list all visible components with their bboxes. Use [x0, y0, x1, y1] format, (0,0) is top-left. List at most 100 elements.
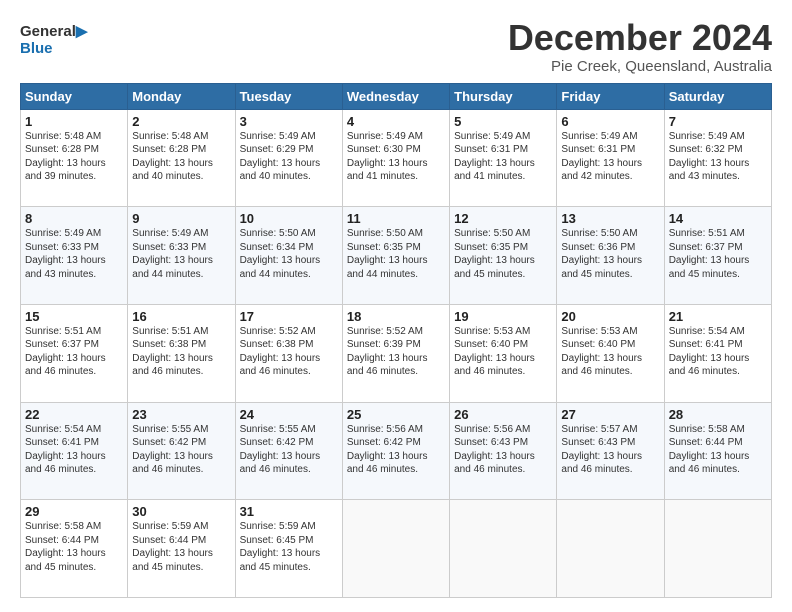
table-row: 28Sunrise: 5:58 AMSunset: 6:44 PMDayligh…	[664, 402, 771, 500]
table-row: 16 Sunrise: 5:51 AMSunset: 6:38 PMDayligh…	[128, 304, 235, 402]
day-number: 6	[561, 114, 659, 129]
calendar-week-row: 29 Sunrise: 5:58 AMSunset: 6:44 PMDayligh…	[21, 500, 772, 598]
day-info: Sunrise: 5:49 AMSunset: 6:33 PMDaylight:…	[25, 228, 106, 280]
day-info: Sunrise: 5:49 AMSunset: 6:30 PMDaylight:…	[347, 131, 428, 183]
day-info: Sunrise: 5:49 AMSunset: 6:32 PMDaylight:…	[669, 131, 750, 183]
day-number: 11	[347, 211, 445, 226]
day-info: Sunrise: 5:51 AMSunset: 6:38 PMDaylight:…	[132, 326, 213, 378]
day-number: 29	[25, 504, 123, 519]
subtitle: Pie Creek, Queensland, Australia	[508, 58, 772, 75]
title-area: December 2024 Pie Creek, Queensland, Aus…	[508, 18, 772, 75]
day-info: Sunrise: 5:58 AMSunset: 6:44 PMDaylight:…	[25, 521, 106, 573]
day-number: 25	[347, 407, 445, 422]
day-number: 8	[25, 211, 123, 226]
col-thursday: Thursday	[450, 83, 557, 109]
day-info: Sunrise: 5:51 AMSunset: 6:37 PMDaylight:…	[25, 326, 106, 378]
table-row: 17Sunrise: 5:52 AMSunset: 6:38 PMDayligh…	[235, 304, 342, 402]
table-row: 4 Sunrise: 5:49 AMSunset: 6:30 PMDaylight…	[342, 109, 449, 207]
day-number: 30	[132, 504, 230, 519]
table-row: 15 Sunrise: 5:51 AMSunset: 6:37 PMDayligh…	[21, 304, 128, 402]
table-row: 9 Sunrise: 5:49 AMSunset: 6:33 PMDaylight…	[128, 207, 235, 305]
day-info: Sunrise: 5:48 AMSunset: 6:28 PMDaylight:…	[132, 131, 213, 183]
day-info: Sunrise: 5:50 AMSunset: 6:35 PMDaylight:…	[454, 228, 535, 280]
table-row: 24 Sunrise: 5:55 AMSunset: 6:42 PMDayligh…	[235, 402, 342, 500]
day-number: 27	[561, 407, 659, 422]
col-tuesday: Tuesday	[235, 83, 342, 109]
table-row: 25 Sunrise: 5:56 AMSunset: 6:42 PMDayligh…	[342, 402, 449, 500]
day-info: Sunrise: 5:48 AMSunset: 6:28 PMDaylight:…	[25, 131, 106, 183]
day-info: Sunrise: 5:54 AMSunset: 6:41 PMDaylight:…	[25, 424, 106, 476]
table-row: 31 Sunrise: 5:59 AMSunset: 6:45 PMDayligh…	[235, 500, 342, 598]
day-info: Sunrise: 5:50 AMSunset: 6:36 PMDaylight:…	[561, 228, 642, 280]
table-row: 29 Sunrise: 5:58 AMSunset: 6:44 PMDayligh…	[21, 500, 128, 598]
day-number: 19	[454, 309, 552, 324]
day-info: Sunrise: 5:56 AMSunset: 6:42 PMDaylight:…	[347, 424, 428, 476]
table-row: 22 Sunrise: 5:54 AMSunset: 6:41 PMDayligh…	[21, 402, 128, 500]
day-info: Sunrise: 5:51 AMSunset: 6:37 PMDaylight:…	[669, 228, 750, 280]
table-row: 26 Sunrise: 5:56 AMSunset: 6:43 PMDayligh…	[450, 402, 557, 500]
day-info: Sunrise: 5:53 AMSunset: 6:40 PMDaylight:…	[561, 326, 642, 378]
col-saturday: Saturday	[664, 83, 771, 109]
day-number: 22	[25, 407, 123, 422]
day-number: 18	[347, 309, 445, 324]
table-row: 20Sunrise: 5:53 AMSunset: 6:40 PMDayligh…	[557, 304, 664, 402]
day-number: 4	[347, 114, 445, 129]
day-number: 10	[240, 211, 338, 226]
day-info: Sunrise: 5:59 AMSunset: 6:45 PMDaylight:…	[240, 521, 321, 573]
table-row: 13 Sunrise: 5:50 AMSunset: 6:36 PMDayligh…	[557, 207, 664, 305]
table-row	[342, 500, 449, 598]
table-row: 6 Sunrise: 5:49 AMSunset: 6:31 PMDaylight…	[557, 109, 664, 207]
day-number: 3	[240, 114, 338, 129]
page: General▶ Blue December 2024 Pie Creek, Q…	[0, 0, 792, 612]
table-row	[664, 500, 771, 598]
col-monday: Monday	[128, 83, 235, 109]
day-info: Sunrise: 5:55 AMSunset: 6:42 PMDaylight:…	[132, 424, 213, 476]
calendar-table: Sunday Monday Tuesday Wednesday Thursday…	[20, 83, 772, 598]
day-info: Sunrise: 5:50 AMSunset: 6:35 PMDaylight:…	[347, 228, 428, 280]
table-row: 8 Sunrise: 5:49 AMSunset: 6:33 PMDaylight…	[21, 207, 128, 305]
day-number: 24	[240, 407, 338, 422]
day-number: 21	[669, 309, 767, 324]
day-number: 15	[25, 309, 123, 324]
day-number: 9	[132, 211, 230, 226]
day-info: Sunrise: 5:55 AMSunset: 6:42 PMDaylight:…	[240, 424, 321, 476]
day-info: Sunrise: 5:56 AMSunset: 6:43 PMDaylight:…	[454, 424, 535, 476]
table-row: 18Sunrise: 5:52 AMSunset: 6:39 PMDayligh…	[342, 304, 449, 402]
day-number: 31	[240, 504, 338, 519]
table-row: 30Sunrise: 5:59 AMSunset: 6:44 PMDayligh…	[128, 500, 235, 598]
day-number: 13	[561, 211, 659, 226]
day-info: Sunrise: 5:50 AMSunset: 6:34 PMDaylight:…	[240, 228, 321, 280]
col-sunday: Sunday	[21, 83, 128, 109]
table-row: 27 Sunrise: 5:57 AMSunset: 6:43 PMDayligh…	[557, 402, 664, 500]
table-row: 11 Sunrise: 5:50 AMSunset: 6:35 PMDayligh…	[342, 207, 449, 305]
day-info: Sunrise: 5:54 AMSunset: 6:41 PMDaylight:…	[669, 326, 750, 378]
table-row: 21 Sunrise: 5:54 AMSunset: 6:41 PMDayligh…	[664, 304, 771, 402]
day-number: 28	[669, 407, 767, 422]
table-row	[450, 500, 557, 598]
calendar-week-row: 22 Sunrise: 5:54 AMSunset: 6:41 PMDayligh…	[21, 402, 772, 500]
table-row: 19 Sunrise: 5:53 AMSunset: 6:40 PMDayligh…	[450, 304, 557, 402]
calendar-week-row: 15 Sunrise: 5:51 AMSunset: 6:37 PMDayligh…	[21, 304, 772, 402]
day-info: Sunrise: 5:57 AMSunset: 6:43 PMDaylight:…	[561, 424, 642, 476]
table-row: 5Sunrise: 5:49 AMSunset: 6:31 PMDaylight…	[450, 109, 557, 207]
day-info: Sunrise: 5:49 AMSunset: 6:29 PMDaylight:…	[240, 131, 321, 183]
calendar-week-row: 1 Sunrise: 5:48 AMSunset: 6:28 PMDaylight…	[21, 109, 772, 207]
header: General▶ Blue December 2024 Pie Creek, Q…	[20, 18, 772, 75]
day-number: 16	[132, 309, 230, 324]
day-info: Sunrise: 5:49 AMSunset: 6:31 PMDaylight:…	[454, 131, 535, 183]
table-row: 3 Sunrise: 5:49 AMSunset: 6:29 PMDaylight…	[235, 109, 342, 207]
table-row: 12 Sunrise: 5:50 AMSunset: 6:35 PMDayligh…	[450, 207, 557, 305]
calendar-week-row: 8 Sunrise: 5:49 AMSunset: 6:33 PMDaylight…	[21, 207, 772, 305]
day-info: Sunrise: 5:49 AMSunset: 6:31 PMDaylight:…	[561, 131, 642, 183]
day-info: Sunrise: 5:49 AMSunset: 6:33 PMDaylight:…	[132, 228, 213, 280]
day-number: 26	[454, 407, 552, 422]
day-number: 12	[454, 211, 552, 226]
day-info: Sunrise: 5:53 AMSunset: 6:40 PMDaylight:…	[454, 326, 535, 378]
day-number: 17	[240, 309, 338, 324]
day-number: 1	[25, 114, 123, 129]
day-number: 7	[669, 114, 767, 129]
calendar-header-row: Sunday Monday Tuesday Wednesday Thursday…	[21, 83, 772, 109]
col-wednesday: Wednesday	[342, 83, 449, 109]
table-row: 14Sunrise: 5:51 AMSunset: 6:37 PMDayligh…	[664, 207, 771, 305]
table-row: 7 Sunrise: 5:49 AMSunset: 6:32 PMDaylight…	[664, 109, 771, 207]
